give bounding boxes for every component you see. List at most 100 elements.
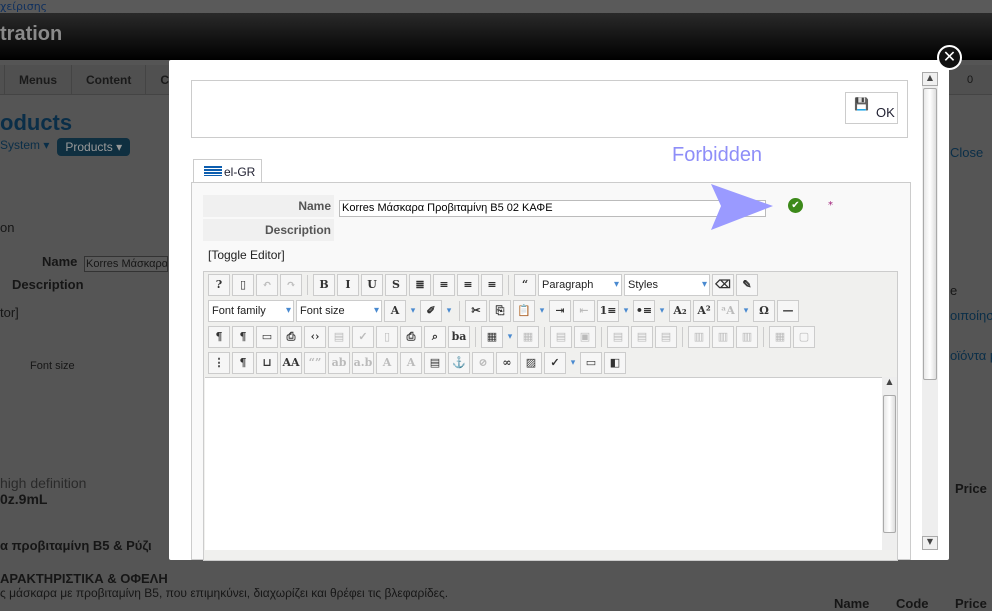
- replace-icon[interactable]: ba: [448, 326, 470, 348]
- unlink-icon[interactable]: ⊘: [472, 352, 494, 374]
- template-icon[interactable]: ▤: [328, 326, 350, 348]
- underline-icon[interactable]: U: [361, 274, 383, 296]
- styles-select[interactable]: Styles: [624, 274, 710, 296]
- preview-icon[interactable]: ⎙: [280, 326, 302, 348]
- dropdown-arrow-icon[interactable]: ▾: [408, 300, 418, 322]
- case-icon[interactable]: ᵃA: [717, 300, 739, 322]
- text-color-icon[interactable]: A: [384, 300, 406, 322]
- bg-close-button[interactable]: Close: [950, 145, 983, 160]
- italic-icon[interactable]: I: [337, 274, 359, 296]
- abbr-icon[interactable]: ab: [328, 352, 350, 374]
- numbered-list-icon[interactable]: 1≡: [597, 300, 619, 322]
- justify-icon[interactable]: ≣: [409, 274, 431, 296]
- align-right-icon[interactable]: ≡: [481, 274, 503, 296]
- dropdown-arrow-icon[interactable]: ▾: [505, 326, 515, 348]
- spellchecker-icon[interactable]: ✓: [544, 352, 566, 374]
- products-menu[interactable]: Products ▾: [57, 138, 131, 156]
- bg-tab[interactable]: on: [0, 220, 14, 235]
- bg-name-input[interactable]: Korres Μάσκαρα: [84, 256, 168, 272]
- menu-item-menus[interactable]: Menus: [5, 65, 73, 94]
- outdent-icon[interactable]: ⇤: [573, 300, 595, 322]
- ins-icon[interactable]: A: [400, 352, 422, 374]
- align-left-icon[interactable]: ≡: [457, 274, 479, 296]
- insert-row-after-icon[interactable]: ▤: [631, 326, 653, 348]
- cell-props-icon[interactable]: ▣: [574, 326, 596, 348]
- attributes-icon[interactable]: ▤: [424, 352, 446, 374]
- dropdown-arrow-icon[interactable]: ▾: [444, 300, 454, 322]
- find-icon[interactable]: ⌕: [424, 326, 446, 348]
- delete-table-icon[interactable]: ▦: [517, 326, 539, 348]
- spellcheck-doc-icon[interactable]: ✓: [352, 326, 374, 348]
- scroll-down-icon[interactable]: ▼: [922, 536, 938, 550]
- eraser-icon[interactable]: ⌫: [712, 274, 734, 296]
- paste-icon[interactable]: 📋: [513, 300, 535, 322]
- image-icon[interactable]: ▨: [520, 352, 542, 374]
- top-link[interactable]: χείρισης: [0, 0, 992, 13]
- dropdown-arrow-icon[interactable]: ▾: [621, 300, 631, 322]
- editor-scroll-thumb[interactable]: [883, 395, 896, 533]
- menu-item-content[interactable]: Content: [72, 65, 147, 94]
- system-menu[interactable]: System ▾: [0, 138, 49, 156]
- link-icon[interactable]: ∞: [496, 352, 518, 374]
- editor-content-area[interactable]: [205, 377, 882, 550]
- table-icon[interactable]: ▦: [481, 326, 503, 348]
- toggle-editor-link[interactable]: [Toggle Editor]: [208, 248, 285, 262]
- superscript-icon[interactable]: A²: [693, 300, 715, 322]
- bold-icon[interactable]: B: [313, 274, 335, 296]
- cut-icon[interactable]: ✂: [465, 300, 487, 322]
- source-code-icon[interactable]: ‹›: [304, 326, 326, 348]
- paragraph-select[interactable]: Paragraph: [538, 274, 622, 296]
- page-break-icon[interactable]: ⊔: [256, 352, 278, 374]
- redo-icon[interactable]: ↷: [280, 274, 302, 296]
- tab-el-gr[interactable]: el-GR: [193, 159, 262, 183]
- highlight-icon[interactable]: ✐: [420, 300, 442, 322]
- anchor-icon[interactable]: ⚓: [448, 352, 470, 374]
- close-modal-icon[interactable]: ✕: [937, 45, 962, 70]
- del-icon[interactable]: A: [376, 352, 398, 374]
- print-icon[interactable]: ⎙: [400, 326, 422, 348]
- copy-icon[interactable]: ⎘: [489, 300, 511, 322]
- dropdown-arrow-icon[interactable]: ▾: [657, 300, 667, 322]
- scroll-up-icon[interactable]: ▲: [922, 72, 938, 86]
- blockquote-icon[interactable]: “: [514, 274, 536, 296]
- subscript-icon[interactable]: A₂: [669, 300, 691, 322]
- name-input[interactable]: Korres Μάσκαρα Προβιταμίνη B5 02 ΚΑΦΕ: [339, 200, 766, 217]
- row-props-icon[interactable]: ▤: [550, 326, 572, 348]
- modal-scroll-thumb[interactable]: [923, 88, 937, 380]
- strikethrough-icon[interactable]: S: [385, 274, 407, 296]
- cite-icon[interactable]: “”: [304, 352, 326, 374]
- modal-scrollbar[interactable]: ▲ ▼: [922, 72, 938, 550]
- layer-icon[interactable]: ▭: [580, 352, 602, 374]
- delete-row-icon[interactable]: ▤: [655, 326, 677, 348]
- help-icon[interactable]: ?: [208, 274, 230, 296]
- insert-row-before-icon[interactable]: ▤: [607, 326, 629, 348]
- bullet-list-icon[interactable]: •≡: [633, 300, 655, 322]
- bg-row-2[interactable]: οϊόντα μ: [950, 348, 992, 363]
- split-cells-icon[interactable]: ▦: [769, 326, 791, 348]
- indent-icon[interactable]: ⇥: [549, 300, 571, 322]
- horizontal-rule-icon[interactable]: —: [777, 300, 799, 322]
- styles-aa-icon[interactable]: AA: [280, 352, 302, 374]
- ok-button[interactable]: 💾 OK: [845, 92, 898, 124]
- insert-col-after-icon[interactable]: ▥: [712, 326, 734, 348]
- acronym-icon[interactable]: a.b: [352, 352, 374, 374]
- bg-row-1[interactable]: οιποίηση: [950, 308, 992, 323]
- fullscreen-icon[interactable]: ▭: [256, 326, 278, 348]
- special-char-icon[interactable]: Ω: [753, 300, 775, 322]
- bg-font-size[interactable]: Font size: [30, 360, 75, 372]
- show-blocks-icon[interactable]: ¶: [232, 352, 254, 374]
- blank-icon[interactable]: ▯: [376, 326, 398, 348]
- font-size-select[interactable]: Font size: [296, 300, 382, 322]
- dropdown-arrow-icon[interactable]: ▾: [741, 300, 751, 322]
- editor-scrollbar[interactable]: ▲: [882, 377, 897, 550]
- ltr-icon[interactable]: ¶: [208, 326, 230, 348]
- insert-col-before-icon[interactable]: ▥: [688, 326, 710, 348]
- delete-col-icon[interactable]: ▥: [736, 326, 758, 348]
- align-center-icon[interactable]: ≡: [433, 274, 455, 296]
- bg-toggle[interactable]: tor]: [0, 305, 19, 320]
- merge-cells-icon[interactable]: ▢: [793, 326, 815, 348]
- cleanup-icon[interactable]: ✎: [736, 274, 758, 296]
- absolute-icon[interactable]: ◧: [604, 352, 626, 374]
- dropdown-arrow-icon[interactable]: ▾: [537, 300, 547, 322]
- dropdown-arrow-icon[interactable]: ▾: [568, 352, 578, 374]
